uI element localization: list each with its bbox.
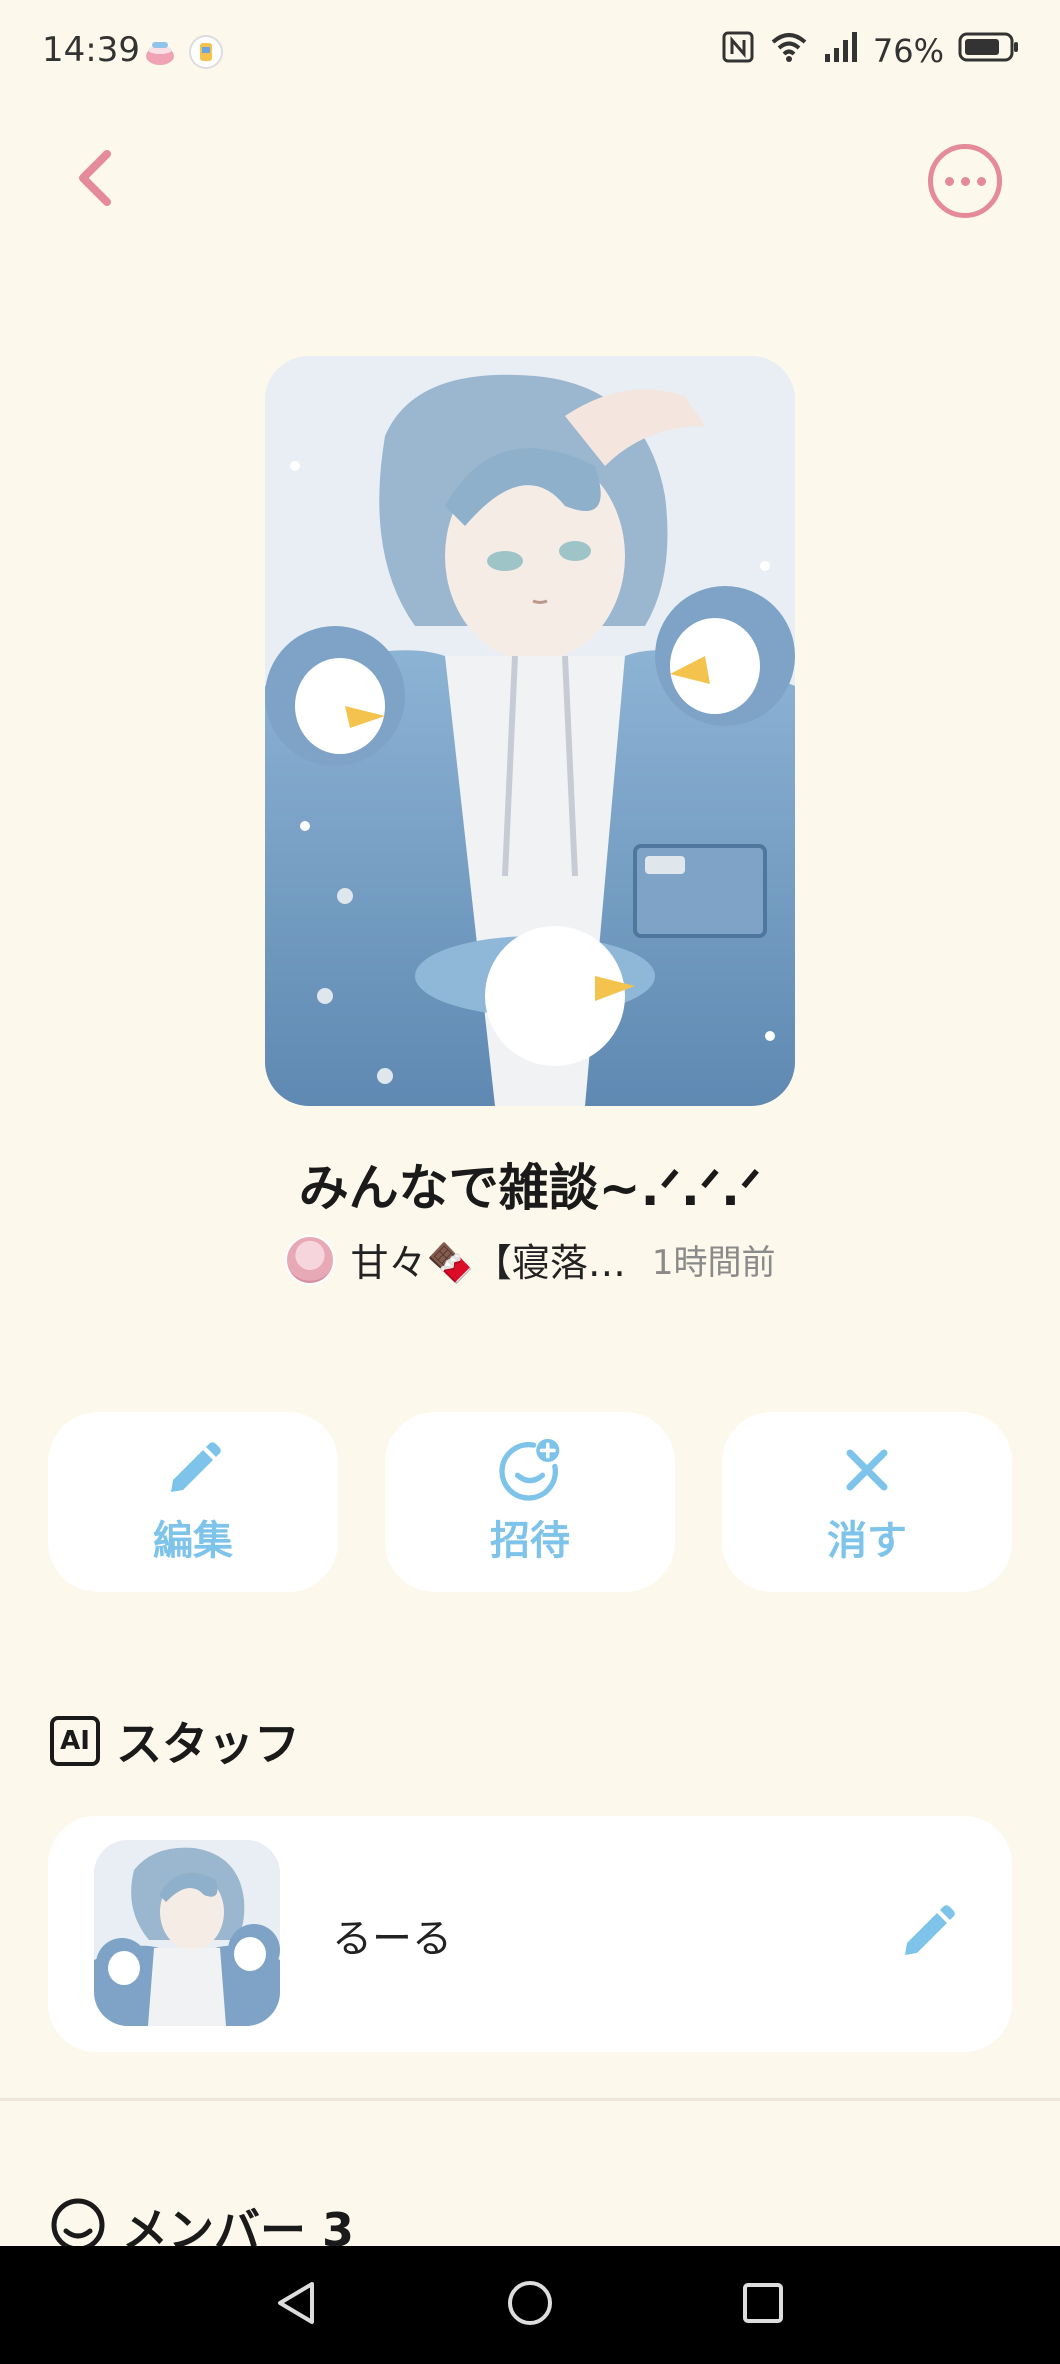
ellipsis-circle-icon [944,176,954,186]
invite-button[interactable]: 招待 [385,1412,675,1592]
status-indicators: 76% [721,30,1020,72]
section-divider [0,2098,1060,2101]
teacup-icon [142,34,178,70]
status-time: 14:39 [42,30,140,70]
chevron-left-icon [73,146,117,214]
staff-section-header: AI スタッフ [50,1708,300,1774]
room-title: みんなで雑談~.ᐟ.ᐟ.ᐟ [298,1159,762,1217]
battery-label: 76% [872,32,944,70]
staff-name: るーる [332,1916,452,1962]
back-button[interactable] [60,140,130,220]
pencil-icon [897,1903,957,1967]
more-options-button[interactable] [928,144,1002,218]
room-meta: 甘々🍫【寝落… 1時間前 [0,1232,1060,1287]
add-face-icon [498,1438,562,1502]
action-buttons: 編集 招待 消す [48,1412,1012,1592]
staff-edit-button[interactable] [892,1900,962,1970]
edit-label: 編集 [153,1518,233,1564]
wifi-icon [769,30,809,72]
ai-badge-icon: AI [50,1716,100,1766]
invite-label: 招待 [490,1518,570,1564]
nfc-icon [721,30,755,72]
nav-home-icon[interactable] [505,2278,555,2332]
staff-avatar [94,1840,280,2026]
nav-back-icon[interactable] [272,2278,322,2332]
nav-recents-icon[interactable] [738,2278,788,2332]
staff-card[interactable]: るーる [48,1816,1012,2052]
battery-icon [958,30,1020,72]
delete-label: 消す [827,1518,907,1564]
pencil-icon [161,1438,225,1502]
owner-name[interactable]: 甘々🍫【寝落… [351,1232,626,1287]
edit-button[interactable]: 編集 [48,1412,338,1592]
close-icon [835,1438,899,1502]
staff-section-title: スタッフ [116,1717,300,1771]
signal-icon [823,30,859,72]
system-nav-bar [0,2246,1060,2364]
post-time: 1時間前 [651,1243,776,1283]
delete-button[interactable]: 消す [722,1412,1012,1592]
owner-avatar[interactable] [284,1234,335,1285]
room-cover-image[interactable] [265,356,795,1106]
app-icon [188,34,224,70]
status-bar: 14:39 76% [0,0,1060,100]
